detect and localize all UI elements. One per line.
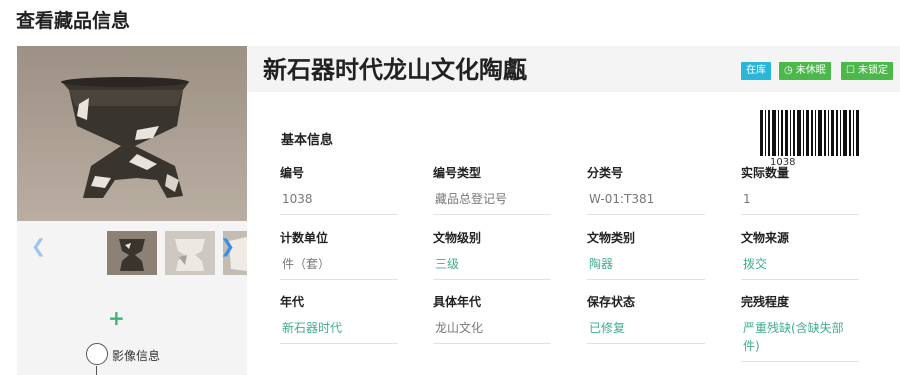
clock-icon: ◷ [784,65,793,76]
field-label: 文物来源 [741,231,790,245]
lock-icon: ☐ [846,65,855,76]
field-value: 三级 [433,255,551,280]
field-classification-number: 分类号 W-01:T381 [587,164,705,215]
gallery-prev-button[interactable]: ❮ [31,236,46,257]
item-title: 新石器时代龙山文化陶甗 [263,56,527,84]
section-title-basic-info: 基本信息 [281,133,334,148]
field-value: 新石器时代 [280,319,398,344]
field-relic-category: 文物类别 陶器 [587,229,705,280]
timeline-line [96,366,97,375]
field-label: 编号类型 [433,166,482,180]
field-relic-level: 文物级别 三级 [433,229,551,280]
status-badge-unlocked: ☐ 未锁定 [841,62,893,80]
image-info-label[interactable]: 影像信息 [112,347,160,364]
field-label: 具体年代 [433,295,482,309]
field-value: 已修复 [587,319,705,344]
thumbnail-1[interactable] [107,231,157,275]
timeline-node-icon [86,343,108,365]
field-value: 1 [741,190,859,215]
field-era: 年代 新石器时代 [280,293,398,344]
add-image-icon[interactable]: + [108,306,125,330]
barcode-icon [760,110,859,156]
field-relic-source: 文物来源 拨交 [741,229,859,280]
field-value: W-01:T381 [587,190,705,215]
main-artifact-photo[interactable] [17,46,247,221]
field-label: 实际数量 [741,166,790,180]
field-specific-era: 具体年代 龙山文化 [433,293,551,344]
field-completeness: 完残程度 严重残缺(含缺失部件) [741,293,859,362]
status-badge-awake: ◷ 未休眠 [779,62,831,80]
field-label: 分类号 [587,166,624,180]
status-badge-in-stock: 在库 [741,62,771,80]
field-value: 藏品总登记号 [433,190,551,215]
thumbnail-2[interactable] [165,231,215,275]
gallery-next-button[interactable]: ❯ [220,236,235,257]
field-label: 保存状态 [587,295,636,309]
field-preservation-status: 保存状态 已修复 [587,293,705,344]
status-badge-label: 在库 [746,65,766,76]
image-gallery: ❮ ❯ + 影像信息 [17,46,247,375]
field-value: 件（套） [280,255,398,280]
field-label: 完残程度 [741,295,790,309]
field-value: 严重残缺(含缺失部件) [741,319,859,362]
field-value: 1038 [280,190,398,215]
field-count-unit: 计数单位 件（套） [280,229,398,280]
field-label: 文物级别 [433,231,482,245]
field-number-type: 编号类型 藏品总登记号 [433,164,551,215]
field-label: 编号 [280,166,305,180]
field-label: 文物类别 [587,231,636,245]
page-title: 查看藏品信息 [16,10,131,32]
field-label: 年代 [280,295,305,309]
status-badge-label: 未休眠 [795,65,826,76]
field-value: 龙山文化 [433,319,551,344]
field-value: 陶器 [587,255,705,280]
field-actual-quantity: 实际数量 1 [741,164,859,215]
status-badge-label: 未锁定 [857,65,888,76]
field-label: 计数单位 [280,231,329,245]
field-value: 拨交 [741,255,859,280]
field-number: 编号 1038 [280,164,398,215]
